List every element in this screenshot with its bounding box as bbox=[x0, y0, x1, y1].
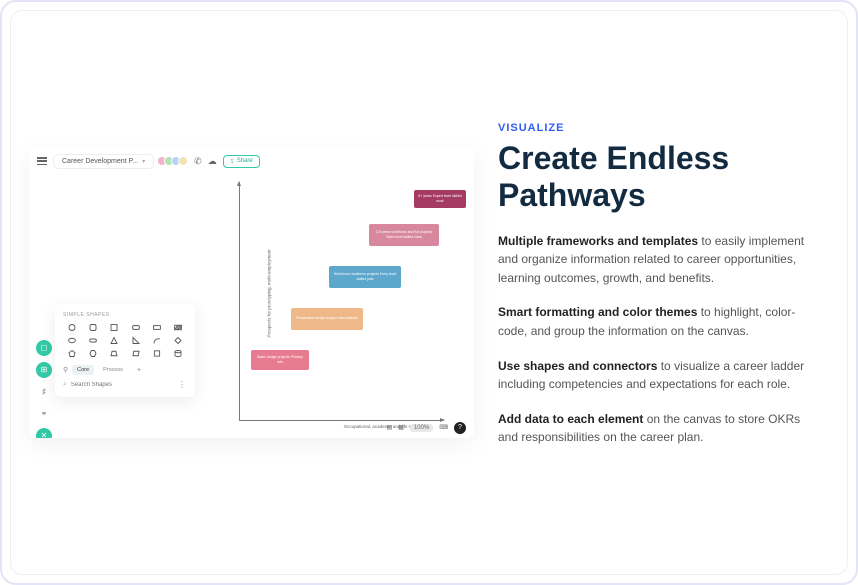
headline: Create Endless Pathways bbox=[498, 140, 819, 214]
shape-rounded-square[interactable] bbox=[84, 323, 101, 332]
page-frame: Career Development P... ▾ ✆ ☁ ⇪ Share Pr… bbox=[0, 0, 858, 585]
bottom-bar: ▤ ▦ 100% ⌨ ? bbox=[387, 422, 466, 434]
shape-pentagon[interactable] bbox=[63, 349, 80, 358]
shape-grid bbox=[63, 323, 187, 358]
tab-process[interactable]: Process bbox=[98, 365, 128, 375]
shape-right-triangle[interactable] bbox=[127, 336, 144, 345]
app-screenshot: Career Development P... ▾ ✆ ☁ ⇪ Share Pr… bbox=[29, 148, 474, 438]
shape-hexagon[interactable] bbox=[84, 349, 101, 358]
bullet-1-bold: Multiple frameworks and templates bbox=[498, 234, 698, 248]
bullet-3-bold: Use shapes and connectors bbox=[498, 359, 657, 373]
shape-rounded-rect[interactable] bbox=[127, 323, 144, 332]
bullet-1: Multiple frameworks and templates to eas… bbox=[498, 232, 819, 288]
shape-square2[interactable] bbox=[148, 349, 165, 358]
canvas[interactable]: Prospects for prototyping, multi-employm… bbox=[29, 176, 474, 438]
comment-icon[interactable]: ☁ bbox=[208, 156, 217, 167]
y-axis-label: Prospects for prototyping, multi-employm… bbox=[267, 249, 272, 337]
bullet-3: Use shapes and connectors to visualize a… bbox=[498, 357, 819, 394]
bullet-4-bold: Add data to each element bbox=[498, 412, 643, 426]
pin-icon[interactable]: ⚲ bbox=[63, 366, 68, 374]
shapes-panel-header: SIMPLE SHAPES bbox=[63, 312, 187, 318]
document-title-text: Career Development P... bbox=[62, 158, 138, 165]
ladder-card-5[interactable]: 6+ years Expert level skilled work bbox=[414, 190, 466, 208]
share-button[interactable]: ⇪ Share bbox=[223, 155, 260, 168]
bullet-2: Smart formatting and color themes to hig… bbox=[498, 303, 819, 340]
tool-rail: ◻ ⊞ ♯ ⚭ ✕ bbox=[36, 340, 52, 438]
inner-frame: Career Development P... ▾ ✆ ☁ ⇪ Share Pr… bbox=[10, 10, 848, 575]
ladder-card-1[interactable]: Basic bridge projects Primary info bbox=[251, 350, 309, 370]
ladder-card-3[interactable]: Workforce readiness projects Entry level… bbox=[329, 266, 401, 288]
shape-parallelogram[interactable] bbox=[127, 349, 144, 358]
shape-diamond[interactable] bbox=[170, 336, 187, 345]
y-axis bbox=[239, 182, 240, 420]
bullet-2-bold: Smart formatting and color themes bbox=[498, 305, 697, 319]
shape-hatched[interactable] bbox=[170, 323, 187, 332]
shapes-panel: SIMPLE SHAPES bbox=[55, 304, 195, 397]
collab-tool-button[interactable]: ⚭ bbox=[36, 406, 52, 422]
shape-rect[interactable] bbox=[148, 323, 165, 332]
frame-tool-button[interactable]: ♯ bbox=[36, 384, 52, 400]
app-topbar: Career Development P... ▾ ✆ ☁ ⇪ Share bbox=[29, 148, 474, 175]
shape-cylinder[interactable] bbox=[170, 349, 187, 358]
ladder-card-2[interactable]: Preparation bridge support associations bbox=[291, 308, 363, 330]
shape-triangle[interactable] bbox=[106, 336, 123, 345]
layers-icon[interactable]: ▤ bbox=[387, 424, 393, 431]
share-icon: ⇪ bbox=[230, 158, 235, 165]
shape-trapezoid[interactable] bbox=[106, 349, 123, 358]
text-column: VISUALIZE Create Endless Pathways Multip… bbox=[498, 122, 829, 463]
tab-add[interactable]: + bbox=[132, 365, 146, 376]
keyboard-icon[interactable]: ⌨ bbox=[439, 424, 448, 431]
shape-square[interactable] bbox=[106, 323, 123, 332]
zoom-level[interactable]: 100% bbox=[410, 424, 433, 432]
shapes-tool-button[interactable]: ◻ bbox=[36, 340, 52, 356]
x-axis bbox=[239, 420, 444, 421]
bullet-4: Add data to each element on the canvas t… bbox=[498, 410, 819, 447]
tab-core[interactable]: Core bbox=[72, 365, 94, 375]
phone-icon[interactable]: ✆ bbox=[194, 156, 202, 167]
document-title-dropdown[interactable]: Career Development P... ▾ bbox=[53, 154, 154, 169]
help-button[interactable]: ? bbox=[454, 422, 466, 434]
menu-icon[interactable] bbox=[37, 157, 47, 165]
shape-ellipse[interactable] bbox=[63, 336, 80, 345]
shape-search-row: ⌕ ⋮ bbox=[63, 381, 187, 389]
connector-tool-button[interactable]: ⊞ bbox=[36, 362, 52, 378]
ladder-card-4[interactable]: 3-5 years workforce and full projects Wo… bbox=[369, 224, 439, 246]
shape-pill[interactable] bbox=[84, 336, 101, 345]
chevron-down-icon: ▾ bbox=[142, 158, 145, 165]
shape-search-input[interactable] bbox=[71, 382, 174, 388]
collaborator-avatars[interactable] bbox=[160, 156, 188, 166]
eyebrow: VISUALIZE bbox=[498, 122, 819, 134]
shape-arc[interactable] bbox=[148, 336, 165, 345]
close-tool-button[interactable]: ✕ bbox=[36, 428, 52, 438]
share-label: Share bbox=[237, 158, 253, 164]
grid-icon[interactable]: ▦ bbox=[398, 424, 404, 431]
shape-circle[interactable] bbox=[63, 323, 80, 332]
shape-category-tabs: ⚲ Core Process + bbox=[63, 365, 187, 376]
search-icon: ⌕ bbox=[63, 381, 67, 389]
